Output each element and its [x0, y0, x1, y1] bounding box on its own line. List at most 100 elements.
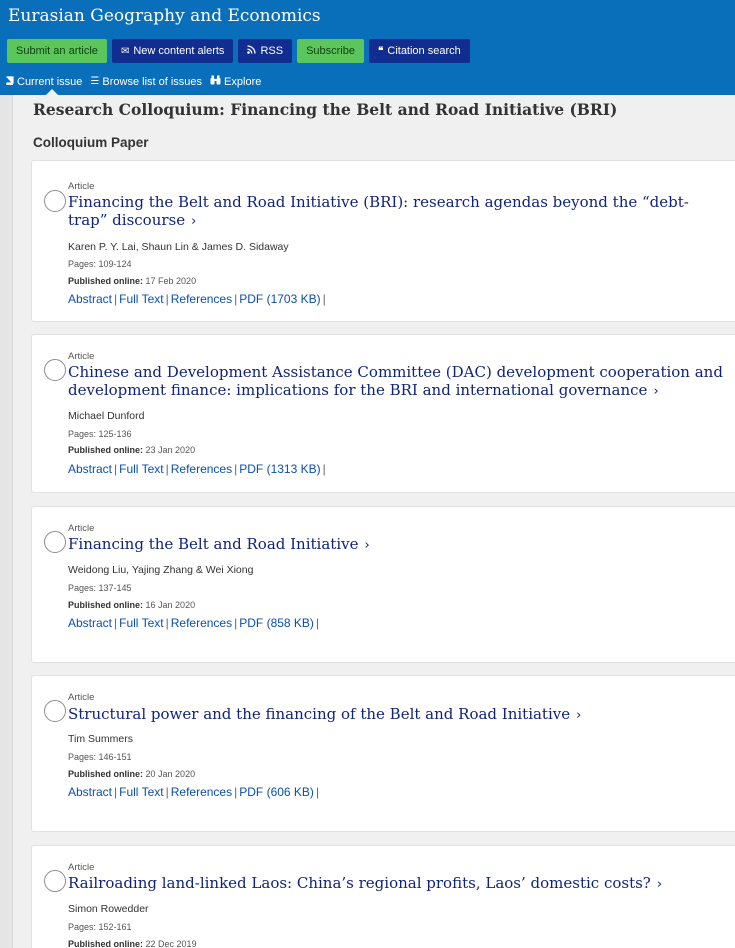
article-title-text: Chinese and Development Assistance Commi…	[68, 363, 723, 399]
published-label: Published online:	[68, 276, 144, 286]
pdf-link[interactable]: PDF (1703 KB)	[239, 292, 320, 306]
nav-explore[interactable]: Explore	[210, 75, 261, 88]
article-type: Article	[68, 523, 95, 534]
article-authors: Tim Summers	[68, 733, 133, 745]
new-content-alerts-label: New content alerts	[133, 45, 225, 57]
rss-label: RSS	[260, 45, 284, 57]
article-published: Published online: 23 Jan 2020	[68, 445, 195, 455]
article-links: Abstract | Full Text | References | PDF (85…	[68, 616, 320, 630]
article-card: Article Financing the Belt and Road Init…	[31, 160, 735, 322]
published-date: 23 Jan 2020	[145, 445, 196, 455]
article-published: Published online: 16 Jan 2020	[68, 600, 195, 610]
chevron-right-icon: ›	[364, 538, 370, 553]
full-text-link[interactable]: Full Text	[119, 462, 163, 476]
abstract-link[interactable]: Abstract	[68, 785, 112, 799]
published-date: 20 Jan 2020	[145, 769, 196, 779]
article-authors: Karen P. Y. Lai, Shaun Lin & James D. Si…	[68, 241, 289, 253]
rss-icon	[247, 45, 257, 57]
article-pages: Pages: 137-145	[68, 583, 132, 593]
nav-current-issue[interactable]: Current issue	[5, 75, 82, 88]
list-icon: ☰	[90, 76, 100, 87]
article-authors: Simon Rowedder	[68, 903, 149, 915]
chevron-right-icon: ›	[576, 708, 582, 723]
nav-current-issue-label: Current issue	[17, 75, 83, 88]
full-text-link[interactable]: Full Text	[119, 785, 163, 799]
article-title-text: Structural power and the financing of th…	[68, 705, 571, 723]
full-text-link[interactable]: Full Text	[119, 292, 163, 306]
article-published: Published online: 22 Dec 2019	[68, 939, 197, 948]
published-label: Published online:	[68, 769, 144, 779]
abstract-link[interactable]: Abstract	[68, 616, 112, 630]
references-link[interactable]: References	[171, 616, 232, 630]
references-link[interactable]: References	[171, 292, 232, 306]
citation-search-label: Citation search	[387, 45, 461, 57]
journal-header: Eurasian Geography and Economics Submit …	[0, 0, 735, 95]
chevron-right-icon: ›	[191, 214, 197, 229]
article-published: Published online: 17 Feb 2020	[68, 276, 196, 286]
article-card: Article Railroading land-linked Laos: Ch…	[31, 845, 735, 948]
references-link[interactable]: References	[171, 785, 232, 799]
article-card: Article Financing the Belt and Road Init…	[31, 506, 735, 663]
journal-action-buttons: Submit an article ✉ New content alerts R…	[7, 39, 470, 63]
binoculars-icon	[210, 75, 221, 88]
chevron-right-icon: ›	[656, 877, 663, 892]
subscribe-button[interactable]: Subscribe	[297, 39, 364, 63]
published-label: Published online:	[68, 939, 144, 948]
nav-browse-issues-label: Browse list of issues	[102, 75, 203, 88]
section-title: Research Colloquium: Financing the Belt …	[33, 100, 618, 119]
new-content-alerts-button[interactable]: ✉ New content alerts	[111, 39, 234, 63]
published-date: 17 Feb 2020	[145, 276, 197, 286]
journal-title[interactable]: Eurasian Geography and Economics	[8, 6, 321, 26]
quote-icon: ❝	[377, 45, 384, 57]
pdf-link[interactable]: PDF (858 KB)	[239, 616, 314, 630]
citation-search-button[interactable]: ❝ Citation search	[368, 39, 470, 63]
article-card: Article Structural power and the financi…	[31, 675, 735, 832]
published-date: 22 Dec 2019	[145, 939, 197, 948]
submit-article-button[interactable]: Submit an article	[7, 39, 107, 63]
article-title-text: Financing the Belt and Road Initiative (…	[68, 193, 689, 229]
article-authors: Weidong Liu, Yajing Zhang & Wei Xiong	[68, 564, 254, 576]
article-title[interactable]: Chinese and Development Assistance Commi…	[68, 363, 728, 401]
article-type: Article	[68, 692, 95, 703]
chevron-right-icon: ›	[653, 384, 659, 399]
article-authors: Michael Dunford	[68, 410, 145, 422]
book-icon	[5, 75, 14, 88]
left-gutter	[0, 95, 13, 948]
full-text-link[interactable]: Full Text	[119, 616, 163, 630]
article-title[interactable]: Financing the Belt and Road Initiative (…	[68, 193, 728, 231]
article-title[interactable]: Railroading land-linked Laos: China’s re…	[68, 874, 728, 894]
envelope-icon: ✉	[120, 45, 130, 57]
subscribe-label: Subscribe	[306, 45, 355, 57]
article-card: Article Chinese and Development Assistan…	[31, 334, 735, 493]
subsection-title: Colloquium Paper	[33, 135, 149, 150]
article-title-text: Financing the Belt and Road Initiative	[68, 535, 359, 553]
article-title[interactable]: Financing the Belt and Road Initiative ›	[68, 535, 728, 555]
article-select-radio[interactable]	[44, 531, 66, 553]
published-date: 16 Jan 2020	[145, 600, 196, 610]
article-title[interactable]: Structural power and the financing of th…	[68, 705, 728, 725]
article-type: Article	[68, 181, 95, 192]
active-nav-indicator	[46, 89, 58, 95]
article-type: Article	[68, 862, 95, 873]
article-select-radio[interactable]	[44, 359, 66, 381]
article-pages: Pages: 146-151	[68, 752, 132, 762]
article-pages: Pages: 152-161	[68, 922, 132, 932]
article-pages: Pages: 109-124	[68, 259, 132, 269]
nav-browse-issues[interactable]: ☰ Browse list of issues	[90, 75, 202, 88]
pdf-link[interactable]: PDF (1313 KB)	[239, 462, 320, 476]
article-links: Abstract | Full Text | References | PDF (60…	[68, 785, 320, 799]
abstract-link[interactable]: Abstract	[68, 292, 112, 306]
article-type: Article	[68, 351, 95, 362]
published-label: Published online:	[68, 445, 144, 455]
article-select-radio[interactable]	[44, 190, 66, 212]
rss-button[interactable]: RSS	[238, 39, 293, 63]
pdf-link[interactable]: PDF (606 KB)	[239, 785, 314, 799]
nav-explore-label: Explore	[224, 75, 262, 88]
article-pages: Pages: 125-136	[68, 429, 132, 439]
references-link[interactable]: References	[171, 462, 232, 476]
article-select-radio[interactable]	[44, 870, 66, 892]
published-label: Published online:	[68, 600, 144, 610]
article-select-radio[interactable]	[44, 700, 66, 722]
abstract-link[interactable]: Abstract	[68, 462, 112, 476]
article-title-text: Railroading land-linked Laos: China’s re…	[68, 874, 651, 892]
